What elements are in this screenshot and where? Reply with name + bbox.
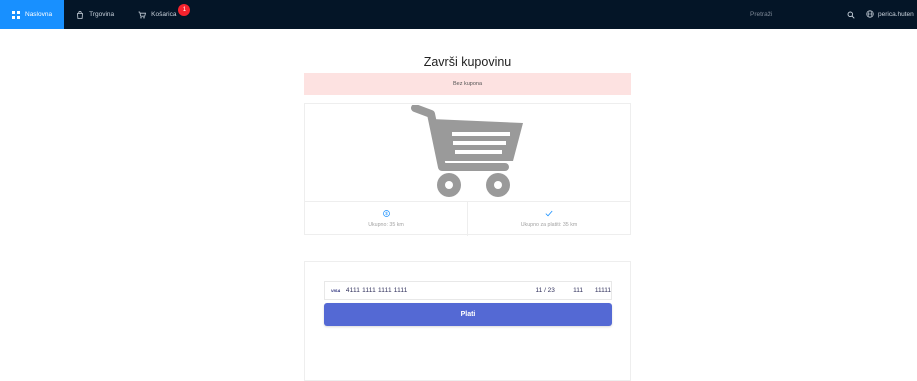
dollar-circle-icon: $	[382, 210, 390, 219]
payment-card: VISA 4111 1111 1111 1111 11 / 23 111 111…	[304, 261, 631, 381]
nav-item-shop[interactable]: Trgovina	[64, 0, 126, 29]
user-name: perica.huten	[878, 11, 914, 18]
check-icon	[545, 210, 553, 219]
card-zip-field[interactable]: 11111	[595, 287, 611, 294]
card-cvc-field[interactable]: 111	[573, 287, 589, 294]
nav-item-home[interactable]: Naslovna	[0, 0, 65, 29]
svg-text:$: $	[385, 211, 388, 216]
total-stat: $ Ukupno: 35 km	[305, 202, 467, 236]
to-pay-stat: Ukupno za platiti: 35 km	[467, 202, 630, 236]
coupon-text: Bez kupona	[452, 81, 483, 87]
user-menu[interactable]: perica.huten	[866, 0, 914, 29]
cart-summary-card: $ Ukupno: 35 km Ukupno za platiti: 35 km	[304, 103, 631, 236]
nav-item-cart-label: Košarica	[151, 11, 177, 18]
visa-icon: VISA	[331, 288, 341, 293]
search-icon	[847, 6, 855, 24]
nav-item-shop-label: Trgovina	[89, 11, 115, 18]
coupon-alert: Bez kupona	[304, 73, 631, 95]
total-label: Ukupno: 35 km	[368, 222, 404, 228]
search-box	[750, 0, 830, 29]
appstore-icon	[12, 10, 20, 19]
shopping-cart-icon	[138, 11, 147, 19]
totals-row: $ Ukupno: 35 km Ukupno za platiti: 35 km	[305, 201, 630, 236]
shopping-icon	[76, 10, 84, 19]
nav-item-cart[interactable]: Košarica 1	[126, 0, 191, 29]
nav-item-home-label: Naslovna	[25, 11, 53, 18]
shopping-cart-image	[411, 105, 523, 197]
search-input[interactable]	[750, 7, 830, 22]
cart-count-badge: 1	[178, 4, 191, 16]
card-expiry-field[interactable]: 11 / 23	[536, 287, 566, 294]
search-button[interactable]	[847, 0, 855, 29]
page-title: Završi kupovinu	[423, 55, 512, 69]
global-icon	[866, 9, 874, 20]
pay-button[interactable]: Plati	[324, 303, 612, 326]
card-number-field[interactable]: 4111 1111 1111 1111	[346, 287, 504, 294]
card-input[interactable]: VISA 4111 1111 1111 1111 11 / 23 111 111…	[324, 281, 612, 300]
to-pay-label: Ukupno za platiti: 35 km	[520, 222, 578, 228]
